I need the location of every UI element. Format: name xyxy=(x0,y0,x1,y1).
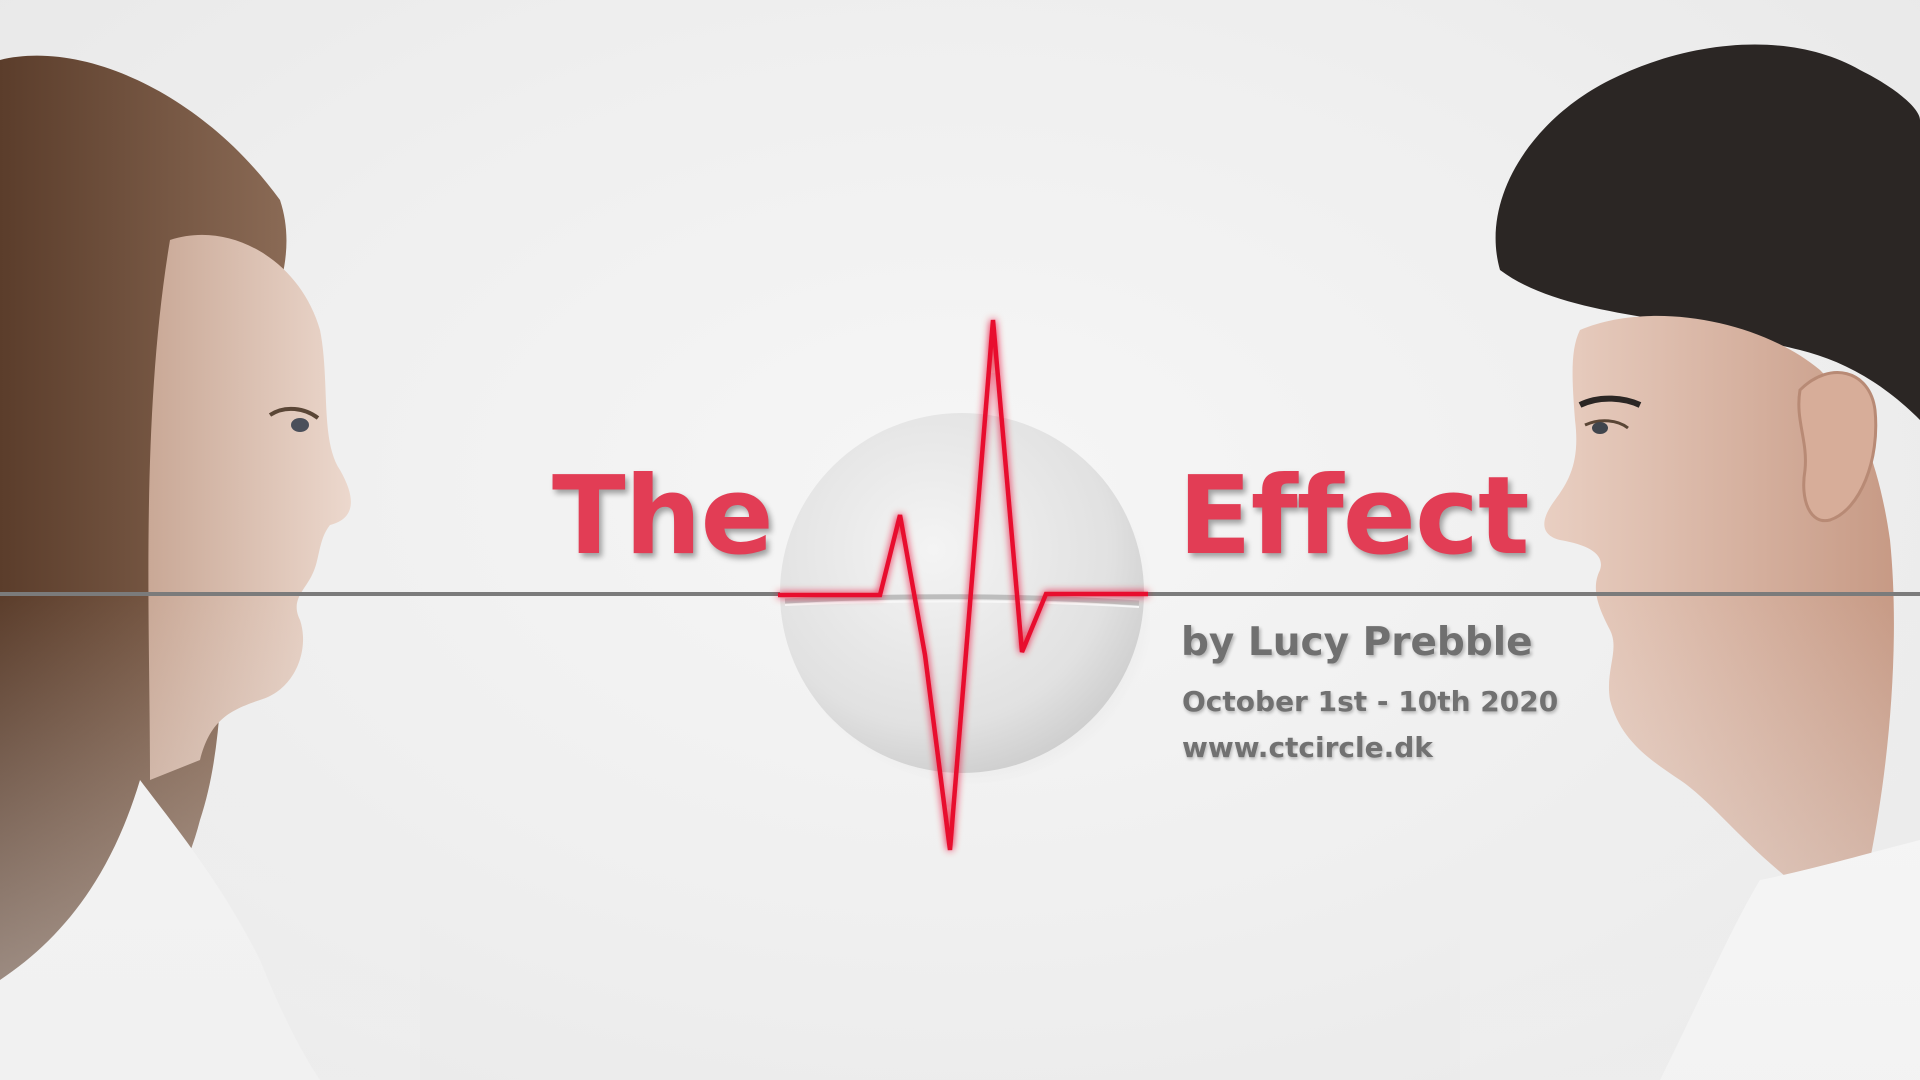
poster: The Effect by Lucy Prebble October 1st -… xyxy=(0,0,1920,1080)
pill-image xyxy=(780,413,1150,785)
performance-dates: October 1st - 10th 2020 xyxy=(1182,685,1559,718)
woman-profile-image xyxy=(0,55,420,1080)
title-effect: Effect xyxy=(1178,454,1530,579)
author-credit: by Lucy Prebble xyxy=(1181,620,1533,665)
website-url: www.ctcircle.dk xyxy=(1182,731,1433,764)
man-profile-image xyxy=(1460,44,1920,1080)
title-the: The xyxy=(552,454,774,579)
